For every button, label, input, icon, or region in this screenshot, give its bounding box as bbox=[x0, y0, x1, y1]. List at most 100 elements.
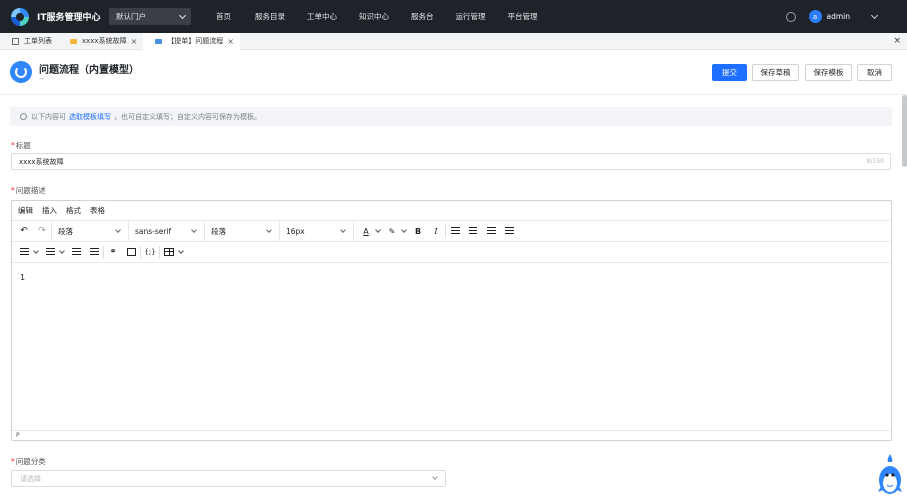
editor-toolbar-secondary: ⚭ {;} bbox=[12, 242, 891, 263]
close-icon[interactable]: × bbox=[227, 37, 234, 46]
chevron-down-icon bbox=[191, 226, 197, 233]
bold-icon[interactable]: B bbox=[409, 221, 427, 242]
submit-button[interactable]: 提交 bbox=[712, 64, 747, 81]
avatar[interactable]: a bbox=[808, 10, 822, 23]
tab-bar: 工单列表 xxxx系统故障 × 【提单】问题流程 × × bbox=[0, 32, 907, 50]
close-all-tabs-icon[interactable]: × bbox=[893, 33, 901, 50]
category-label: *问题分类 bbox=[11, 457, 46, 466]
code-icon[interactable]: {;} bbox=[141, 242, 159, 263]
category-select[interactable]: 请选择 bbox=[11, 470, 446, 487]
outdent-icon[interactable] bbox=[67, 242, 85, 263]
menu-table[interactable]: 表格 bbox=[90, 205, 105, 216]
font-family-value: sans-serif bbox=[135, 226, 172, 236]
chevron-down-icon[interactable] bbox=[375, 226, 381, 233]
image-icon[interactable] bbox=[122, 242, 140, 263]
save-template-button[interactable]: 保存模板 bbox=[805, 64, 852, 81]
close-icon[interactable]: × bbox=[131, 37, 138, 46]
menu-item-ticket-center[interactable]: 工单中心 bbox=[307, 11, 337, 22]
align-left-icon[interactable] bbox=[446, 221, 464, 242]
tip-text: 以下内容可 bbox=[31, 112, 66, 121]
char-count: 8/150 bbox=[866, 158, 884, 165]
category-placeholder: 请选择 bbox=[20, 474, 41, 483]
menu-insert[interactable]: 插入 bbox=[42, 205, 57, 216]
title-input[interactable]: xxxx系统故障 8/150 bbox=[11, 153, 891, 170]
description-label: *问题描述 bbox=[11, 186, 46, 195]
chevron-down-icon bbox=[115, 226, 121, 233]
menu-edit[interactable]: 编辑 bbox=[18, 205, 33, 216]
chevron-down-icon bbox=[340, 226, 346, 233]
undo-icon[interactable]: ↶ bbox=[15, 221, 33, 242]
folder-icon bbox=[70, 38, 77, 44]
tab-ticket-list[interactable]: 工单列表 bbox=[0, 33, 58, 50]
menu-item-knowledge-center[interactable]: 知识中心 bbox=[359, 11, 389, 22]
menu-format[interactable]: 格式 bbox=[66, 205, 81, 216]
chevron-down-icon[interactable] bbox=[401, 226, 407, 233]
justify-icon[interactable] bbox=[500, 221, 518, 242]
logo-icon[interactable] bbox=[11, 7, 29, 26]
redo-icon[interactable]: ↷ bbox=[33, 221, 51, 242]
paragraph-select[interactable]: 段落 bbox=[205, 220, 280, 242]
header-divider bbox=[0, 94, 907, 95]
block-format-select[interactable]: 段落 bbox=[51, 220, 129, 242]
main-menu: 首页 服务目录 工单中心 知识中心 服务台 运行管理 平台管理 bbox=[216, 11, 538, 22]
tab-system-fault[interactable]: xxxx系统故障 × bbox=[58, 33, 143, 50]
page-subtitle: -- bbox=[39, 75, 45, 83]
font-family-select[interactable]: sans-serif bbox=[129, 220, 205, 242]
menu-item-platform[interactable]: 平台管理 bbox=[508, 11, 538, 22]
document-icon bbox=[12, 37, 19, 45]
highlight-icon[interactable]: ✎ bbox=[383, 221, 401, 242]
tab-problem-process[interactable]: 【提单】问题流程 × bbox=[143, 32, 240, 50]
chevron-down-icon[interactable] bbox=[178, 247, 184, 254]
portal-select-value: 默认门户 bbox=[116, 12, 146, 21]
editor-menubar: 编辑 插入 格式 表格 bbox=[12, 201, 891, 221]
user-name[interactable]: admin bbox=[827, 12, 851, 21]
cancel-button[interactable]: 取消 bbox=[857, 64, 892, 81]
tab-label: 工单列表 bbox=[24, 37, 52, 45]
link-icon[interactable]: ⚭ bbox=[104, 242, 122, 263]
select-template-link[interactable]: 选取模板填写 bbox=[69, 112, 111, 122]
menu-item-service-catalog[interactable]: 服务目录 bbox=[255, 11, 285, 22]
italic-icon[interactable]: I bbox=[427, 221, 445, 242]
chevron-down-icon bbox=[266, 226, 272, 233]
chevron-down-icon bbox=[432, 474, 438, 480]
template-tip: 以下内容可 选取模板填写 ，也可自定义填写；自定义内容可保存为模板。 bbox=[10, 107, 892, 126]
bullet-list-icon[interactable] bbox=[15, 242, 33, 263]
font-size-value: 16px bbox=[286, 226, 305, 236]
tab-label: xxxx系统故障 bbox=[82, 37, 127, 45]
table-icon[interactable] bbox=[160, 242, 178, 263]
user-area: a admin bbox=[785, 0, 907, 33]
menu-item-home[interactable]: 首页 bbox=[216, 11, 231, 22]
chevron-down-icon[interactable] bbox=[59, 247, 65, 254]
page-title: 问题流程（内置模型） bbox=[39, 65, 139, 76]
portal-select[interactable]: 默认门户 bbox=[109, 8, 191, 25]
form-icon bbox=[155, 38, 163, 44]
paragraph-value: 段落 bbox=[211, 226, 226, 236]
save-draft-button[interactable]: 保存草稿 bbox=[752, 64, 799, 81]
top-navbar: IT服务管理中心 默认门户 首页 服务目录 工单中心 知识中心 服务台 运行管理… bbox=[0, 0, 907, 33]
font-size-select[interactable]: 16px bbox=[280, 220, 354, 242]
align-right-icon[interactable] bbox=[482, 221, 500, 242]
gear-icon[interactable] bbox=[785, 11, 796, 22]
tip-text: ，也可自定义填写；自定义内容可保存为模板。 bbox=[114, 112, 261, 121]
rich-text-editor: 编辑 插入 格式 表格 ↶ ↷ 段落 sans-serif 段落 16px A … bbox=[11, 200, 892, 441]
title-input-value: xxxx系统故障 bbox=[19, 157, 64, 166]
chevron-down-icon[interactable] bbox=[33, 247, 39, 254]
indent-icon[interactable] bbox=[85, 242, 103, 263]
app-title: IT服务管理中心 bbox=[37, 13, 101, 23]
assistant-mascot-icon[interactable] bbox=[878, 452, 902, 498]
chevron-down-icon[interactable] bbox=[870, 11, 879, 19]
title-label: *标题 bbox=[11, 141, 31, 150]
tab-label: 【提单】问题流程 bbox=[167, 37, 224, 45]
editor-statusbar: P bbox=[12, 430, 891, 440]
numbered-list-icon[interactable] bbox=[41, 242, 59, 263]
scrollbar[interactable] bbox=[902, 95, 907, 167]
menu-item-service-desk[interactable]: 服务台 bbox=[411, 11, 434, 22]
info-icon bbox=[20, 113, 27, 120]
align-center-icon[interactable] bbox=[464, 221, 482, 242]
chevron-down-icon bbox=[178, 11, 187, 19]
font-color-icon[interactable]: A bbox=[357, 221, 375, 242]
editor-toolbar: ↶ ↷ 段落 sans-serif 段落 16px A ✎ B I bbox=[12, 220, 891, 242]
menu-item-operations[interactable]: 运行管理 bbox=[456, 11, 486, 22]
editor-content[interactable]: 1 bbox=[12, 263, 891, 431]
process-icon bbox=[10, 61, 32, 83]
